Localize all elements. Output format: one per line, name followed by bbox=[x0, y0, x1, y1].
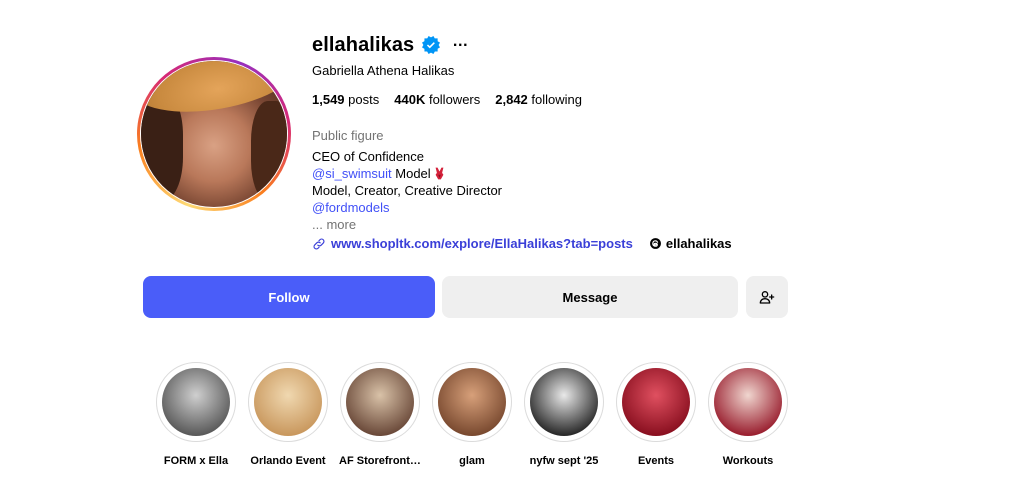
avatar-hair-right bbox=[251, 101, 287, 201]
highlight-label: Workouts bbox=[722, 455, 774, 467]
username-row: ellahalikas … bbox=[312, 30, 469, 60]
highlight-item[interactable]: Events bbox=[616, 362, 696, 467]
highlight-ring bbox=[432, 362, 512, 442]
profile-category: Public figure bbox=[312, 128, 384, 143]
highlight-cover bbox=[254, 368, 322, 436]
followers-label: followers bbox=[428, 92, 481, 107]
more-options-icon[interactable]: … bbox=[452, 33, 469, 51]
bio-line-1: CEO of Confidence bbox=[312, 149, 425, 164]
posts-label: posts bbox=[348, 92, 380, 107]
following-label: following bbox=[531, 92, 583, 107]
highlight-cover bbox=[714, 368, 782, 436]
profile-avatar[interactable] bbox=[137, 57, 291, 211]
threads-badge[interactable]: ellahalikas bbox=[649, 236, 732, 251]
highlight-item[interactable]: FORM x Ella bbox=[156, 362, 236, 467]
highlight-cover bbox=[622, 368, 690, 436]
highlight-cover bbox=[346, 368, 414, 436]
highlight-cover bbox=[162, 368, 230, 436]
bio-line-3: Model, Creator, Creative Director bbox=[312, 183, 503, 198]
bio-more-link[interactable]: ... more bbox=[312, 216, 356, 233]
follow-button[interactable]: Follow bbox=[143, 276, 435, 318]
mention-si-swimsuit[interactable]: @si_swimsuit bbox=[312, 166, 392, 181]
highlight-item[interactable]: glam bbox=[432, 362, 512, 467]
verified-badge-icon bbox=[422, 36, 441, 54]
highlight-cover bbox=[530, 368, 598, 436]
bio-line-4: @fordmodels bbox=[312, 199, 390, 216]
highlight-ring bbox=[616, 362, 696, 442]
highlight-item[interactable]: AF Storefront… bbox=[339, 362, 421, 467]
bio-line-2-text: Model bbox=[391, 166, 431, 181]
highlight-cover bbox=[438, 368, 506, 436]
highlight-ring bbox=[708, 362, 788, 442]
swimsuit-emoji-icon bbox=[435, 167, 444, 180]
highlight-ring bbox=[340, 362, 420, 442]
posts-stat: 1,549 posts bbox=[312, 92, 379, 107]
avatar-photo bbox=[141, 61, 287, 207]
mention-fordmodels[interactable]: @fordmodels bbox=[312, 200, 390, 215]
highlight-ring bbox=[156, 362, 236, 442]
link-icon bbox=[313, 238, 325, 249]
username[interactable]: ellahalikas bbox=[312, 34, 414, 57]
bio-line-2: @si_swimsuit Model bbox=[312, 165, 446, 182]
full-name: Gabriella Athena Halikas bbox=[312, 63, 455, 78]
threads-icon bbox=[649, 238, 661, 249]
message-button[interactable]: Message bbox=[442, 276, 738, 318]
highlight-ring bbox=[524, 362, 604, 442]
profile-links-row: www.shopltk.com/explore/EllaHalikas?tab=… bbox=[312, 236, 732, 251]
add-person-icon bbox=[759, 291, 775, 304]
followers-stat[interactable]: 440K followers bbox=[394, 92, 480, 107]
following-count: 2,842 bbox=[495, 92, 528, 107]
followers-count: 440K bbox=[394, 92, 426, 107]
highlight-item[interactable]: Orlando Event bbox=[248, 362, 328, 467]
highlight-ring bbox=[248, 362, 328, 442]
highlight-item[interactable]: nyfw sept '25 bbox=[524, 362, 604, 467]
suggested-accounts-button[interactable] bbox=[746, 276, 788, 318]
profile-stats: 1,549 posts 440K followers 2,842 followi… bbox=[312, 92, 597, 107]
threads-handle: ellahalikas bbox=[665, 236, 732, 251]
following-stat[interactable]: 2,842 following bbox=[495, 92, 582, 107]
external-link-text: www.shopltk.com/explore/EllaHalikas?tab=… bbox=[331, 236, 633, 251]
highlight-item[interactable]: Workouts bbox=[708, 362, 788, 467]
posts-count: 1,549 bbox=[312, 92, 345, 107]
external-link[interactable]: www.shopltk.com/explore/EllaHalikas?tab=… bbox=[312, 236, 633, 251]
